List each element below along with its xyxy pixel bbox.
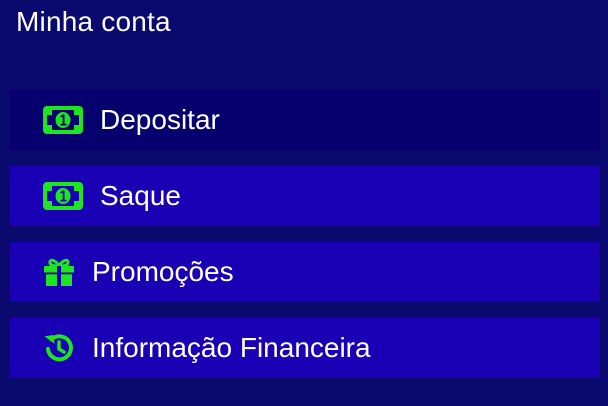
menu-item-informacao-financeira[interactable]: Informação Financeira xyxy=(10,318,600,378)
menu-item-label: Informação Financeira xyxy=(92,332,371,363)
gift-icon xyxy=(42,257,76,287)
money-bill-icon xyxy=(42,182,84,210)
history-icon xyxy=(42,332,76,364)
menu-item-label: Depositar xyxy=(100,104,220,135)
menu-item-promocoes[interactable]: Promoções xyxy=(10,242,600,302)
page-title: Minha conta xyxy=(16,6,171,37)
menu-item-saque[interactable]: Saque xyxy=(10,166,600,226)
account-menu: Depositar Saque Promoções Informação Fin… xyxy=(10,90,600,394)
money-bill-icon xyxy=(42,106,84,134)
menu-item-depositar[interactable]: Depositar xyxy=(10,90,600,150)
menu-item-label: Saque xyxy=(100,180,181,211)
menu-item-label: Promoções xyxy=(92,256,234,287)
